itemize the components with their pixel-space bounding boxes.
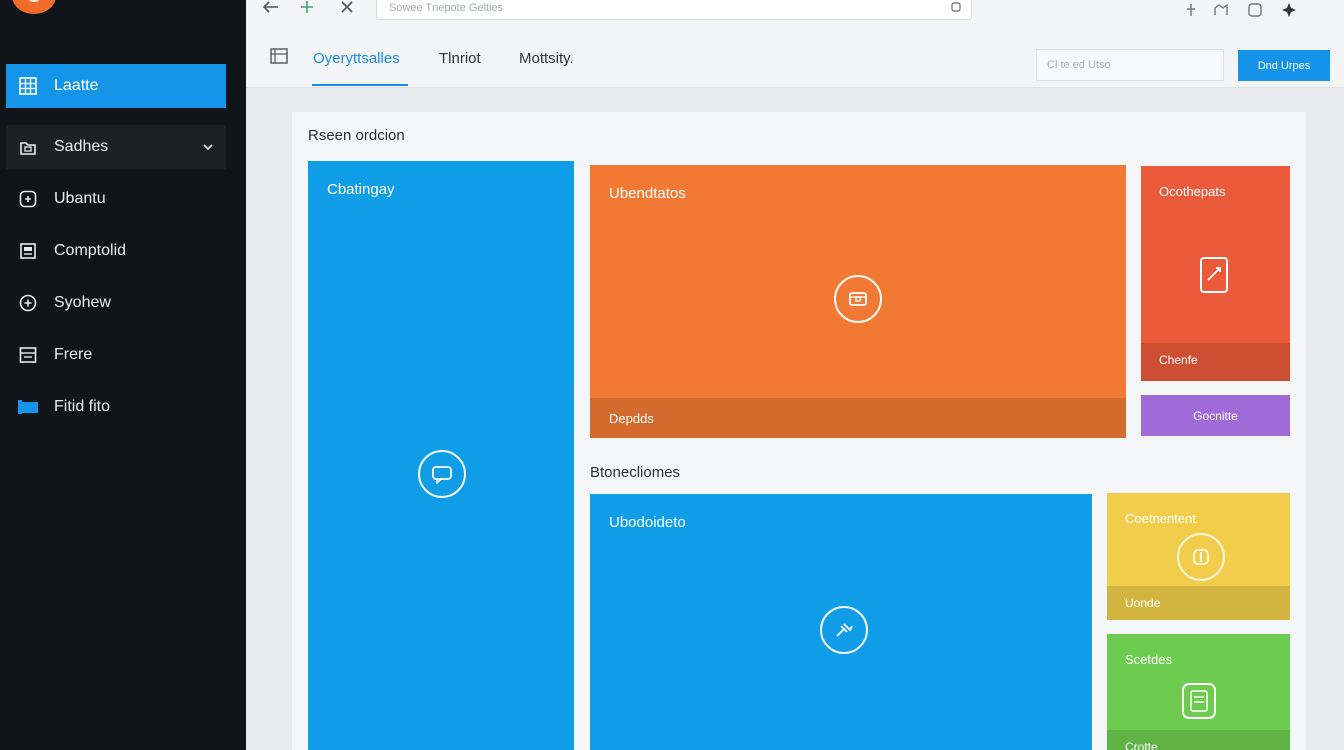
tab-mottsity[interactable]: Mottsity. (519, 50, 574, 67)
tile-label: Cbatingay (327, 181, 395, 198)
page-header: Oyeryttsalles Tlnriot Mottsity. Cl te ed… (246, 22, 1344, 88)
sidebar-item-label: Fitid fito (54, 398, 111, 415)
tile-ocothepats[interactable]: Ocothepats Chenfe (1141, 166, 1290, 381)
bookmark-icon[interactable] (1212, 1, 1230, 19)
flag-icon (18, 397, 38, 417)
grid-icon (18, 76, 38, 96)
sidebar-item-frere[interactable]: Frere (6, 333, 226, 377)
address-text: Sowee Tnepote Gelties (389, 2, 504, 14)
app-logo[interactable] (12, 0, 56, 14)
tile-label: Ubodoideto (609, 514, 686, 531)
sidebar: Laatte Sadhes Ubantu Comptolid Syohew Fr… (0, 0, 246, 750)
tab-tlnriot[interactable]: Tlnriot (439, 50, 481, 67)
tile-gocnitte[interactable]: Gocnitte (1141, 395, 1290, 436)
pin-icon[interactable] (1182, 1, 1200, 19)
section-title-recent: Rseen ordcion (308, 127, 405, 144)
active-tab-indicator (312, 84, 408, 86)
tile-footer: Crotte (1107, 730, 1290, 750)
list-icon (18, 345, 38, 365)
tile-label: Ocothepats (1159, 184, 1226, 199)
package-icon (834, 275, 882, 323)
sidebar-item-label: Sadhes (54, 138, 109, 155)
stats-icon (1177, 533, 1225, 581)
section-title-secondary: Btonecliomes (590, 464, 681, 481)
tile-footer: Uonde (1107, 586, 1290, 620)
add-circle-icon (18, 293, 38, 313)
edit-document-icon (1199, 256, 1229, 294)
tile-label: Scetdes (1125, 652, 1172, 667)
document-icon (18, 241, 38, 261)
sidebar-item-ubantu[interactable]: Ubantu (6, 177, 226, 221)
sparkle-icon[interactable] (1280, 1, 1298, 19)
sidebar-item-label: Syohew (54, 294, 111, 311)
sidebar-item-label: Comptolid (54, 242, 127, 259)
share-icon[interactable] (1246, 1, 1264, 19)
search-input[interactable]: Cl te ed Utso (1036, 49, 1224, 81)
folder-icon (18, 137, 38, 157)
tile-footer: Chenfe (1141, 343, 1290, 381)
tile-footer: Depdds (590, 398, 1126, 438)
tile-scetdes[interactable]: Scetdes Crotte (1107, 634, 1290, 750)
sidebar-nav: Laatte Sadhes Ubantu Comptolid Syohew Fr… (0, 62, 246, 429)
search-placeholder: Cl te ed Utso (1047, 59, 1111, 71)
browser-toolbar: Sowee Tnepote Gelties (246, 0, 1344, 22)
notes-icon (1181, 682, 1217, 720)
back-arrow-icon[interactable] (260, 0, 282, 18)
tile-label: Coetnentent (1125, 511, 1196, 526)
search-icon[interactable] (951, 2, 961, 15)
tile-label: Ubendtatos (609, 185, 686, 202)
sidebar-item-fitid-fito[interactable]: Fitid fito (6, 385, 226, 429)
sidebar-item-label: Frere (54, 346, 93, 363)
sidebar-item-laatte[interactable]: Laatte (6, 64, 226, 108)
tile-cbatingay[interactable]: Cbatingay (308, 161, 574, 750)
tab-oyeryttsalles[interactable]: Oyeryttsalles (313, 50, 400, 67)
chevron-down-icon[interactable] (202, 140, 214, 158)
chat-icon (418, 450, 466, 498)
close-icon[interactable] (336, 0, 358, 18)
sidebar-item-syohew[interactable]: Syohew (6, 281, 226, 325)
sidebar-item-comptolid[interactable]: Comptolid (6, 229, 226, 273)
sidebar-item-label: Laatte (54, 77, 99, 94)
tile-ubendtatos[interactable]: Ubendtatos Depdds (590, 165, 1126, 438)
sidebar-item-label: Ubantu (54, 190, 106, 207)
address-bar[interactable]: Sowee Tnepote Gelties (376, 0, 972, 20)
primary-action-button[interactable]: Dnd Urpes (1238, 50, 1330, 81)
tile-ubodoideto[interactable]: Ubodoideto (590, 494, 1092, 750)
menu-icon[interactable] (270, 48, 288, 69)
sidebar-item-sadhes[interactable]: Sadhes (6, 125, 226, 169)
tile-coetnentent[interactable]: Coetnentent Uonde (1107, 493, 1290, 620)
puzzle-icon[interactable] (296, 0, 318, 18)
tools-icon (820, 606, 868, 654)
tile-label: Gocnitte (1193, 408, 1238, 423)
plus-square-icon (18, 189, 38, 209)
